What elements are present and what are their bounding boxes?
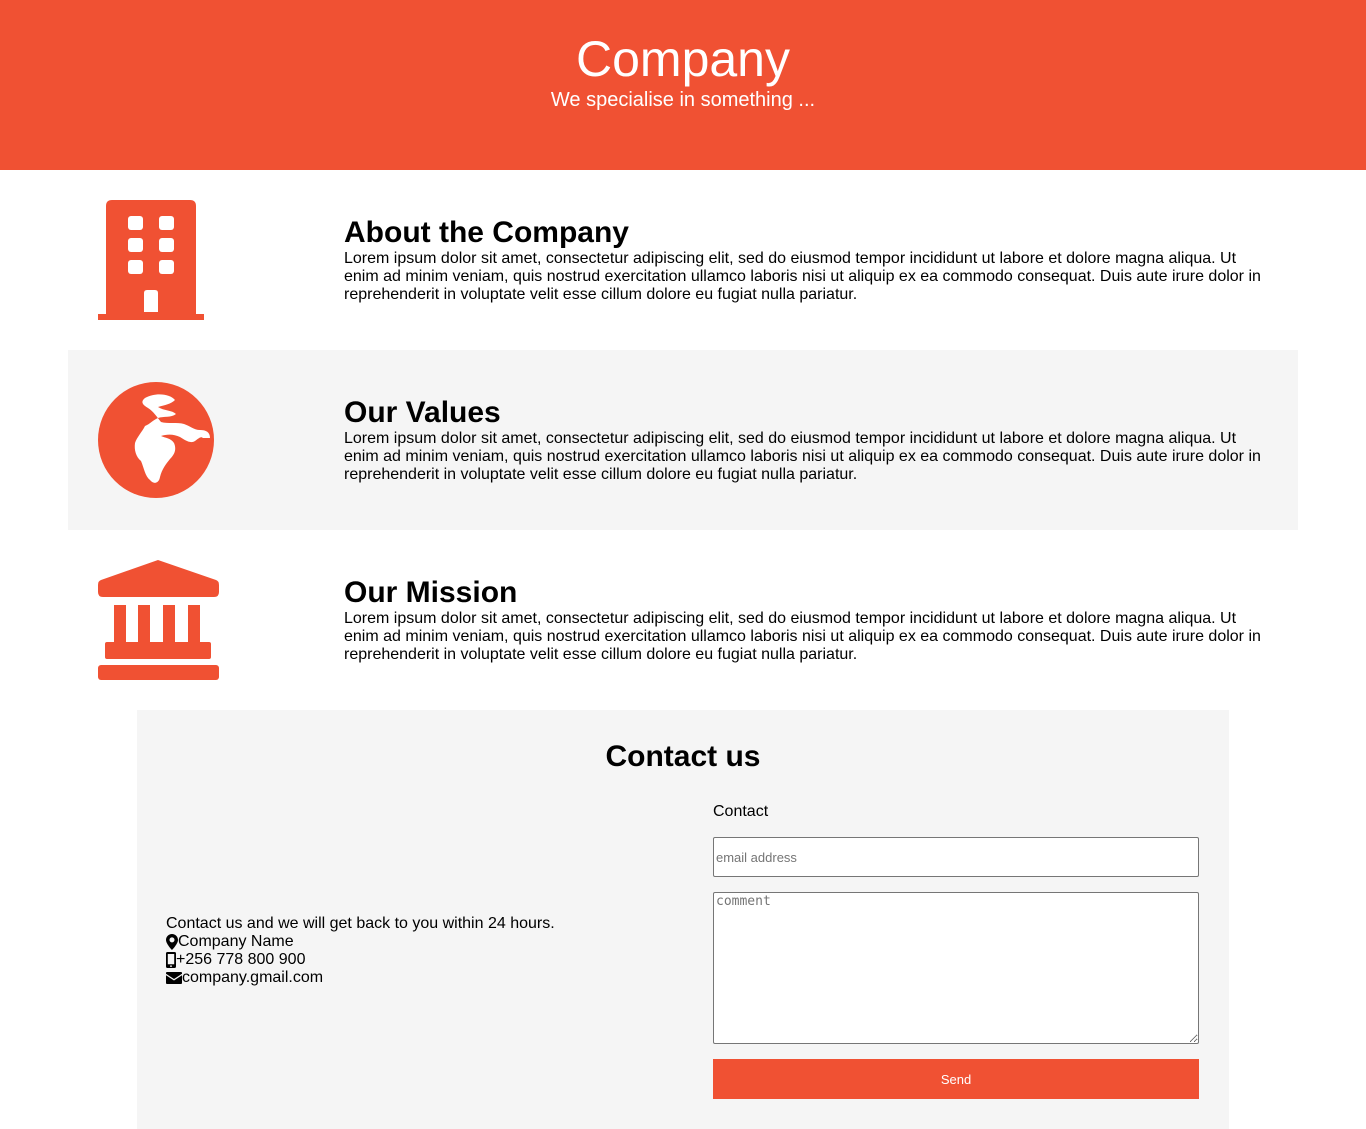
bank-icon — [98, 560, 219, 680]
mission-heading: Our Mission — [344, 576, 518, 609]
mobile-phone-icon — [166, 952, 176, 968]
values-body: Lorem ipsum dolor sit amet, consectetur … — [344, 430, 1261, 483]
company-title: Company — [576, 31, 790, 87]
phone-line: +256 778 800 900 — [166, 951, 646, 969]
hero-header: Company We specialise in something ... — [0, 0, 1366, 170]
values-section: Our Values Lorem ipsum dolor sit amet, c… — [68, 350, 1298, 530]
values-text: Our Values Lorem ipsum dolor sit amet, c… — [344, 396, 1269, 484]
company-name: Company Name — [178, 933, 294, 950]
globe-icon — [98, 382, 214, 498]
contact-intro: Contact us and we will get back to you w… — [166, 915, 646, 933]
contact-heading: Contact us — [605, 740, 761, 773]
envelope-icon — [166, 972, 182, 984]
about-section: About the Company Lorem ipsum dolor sit … — [68, 170, 1298, 350]
map-marker-icon — [166, 934, 178, 950]
values-heading: Our Values — [344, 396, 501, 429]
mission-body: Lorem ipsum dolor sit amet, consectetur … — [344, 610, 1261, 663]
phone-number: +256 778 800 900 — [176, 951, 306, 968]
about-body: Lorem ipsum dolor sit amet, consectetur … — [344, 250, 1261, 303]
company-name-line: Company Name — [166, 933, 646, 951]
about-text: About the Company Lorem ipsum dolor sit … — [344, 216, 1269, 304]
mission-text: Our Mission Lorem ipsum dolor sit amet, … — [344, 576, 1269, 664]
contact-info: Contact us and we will get back to you w… — [166, 915, 646, 987]
contact-intro-text: Contact us and we will get back to you w… — [166, 915, 555, 932]
about-heading: About the Company — [344, 216, 629, 249]
company-tagline: We specialise in something ... — [550, 89, 816, 111]
email-field[interactable] — [713, 837, 1199, 877]
email-line: company.gmail.com — [166, 969, 646, 987]
email-address: company.gmail.com — [182, 969, 324, 986]
comment-field[interactable] — [713, 892, 1199, 1044]
building-icon — [98, 200, 204, 320]
mission-section: Our Mission Lorem ipsum dolor sit amet, … — [68, 530, 1298, 710]
send-button[interactable]: Send — [713, 1059, 1199, 1099]
contact-form-label: Contact — [713, 803, 769, 820]
contact-section: Contact us Contact us and we will get ba… — [137, 710, 1229, 1129]
